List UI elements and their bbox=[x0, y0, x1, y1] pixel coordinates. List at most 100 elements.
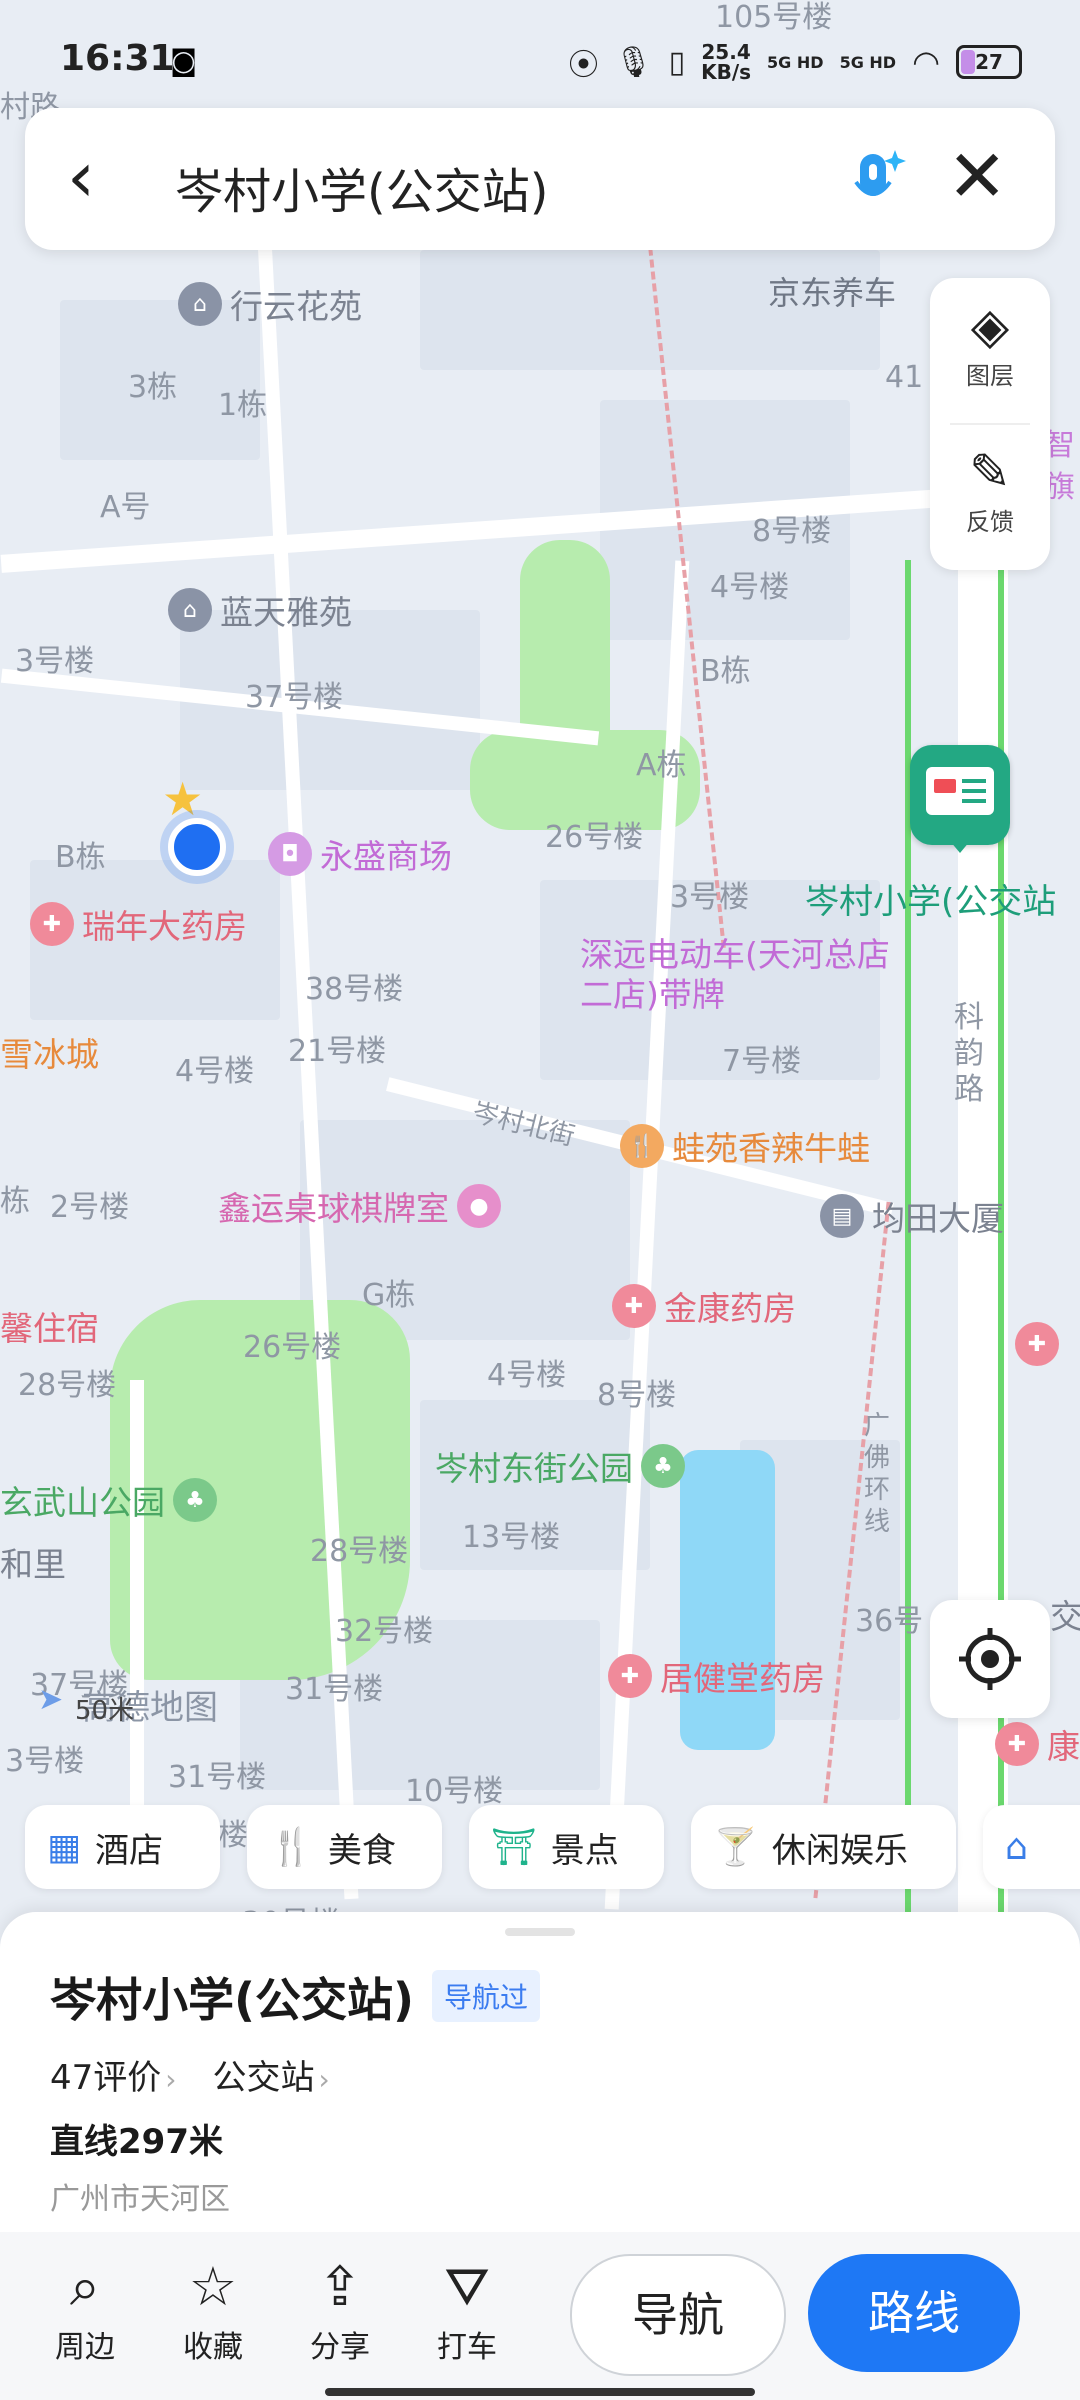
poi-jiao[interactable]: 交 bbox=[1050, 1590, 1080, 1638]
building-label: 31号楼 bbox=[285, 1672, 384, 1707]
chip-more[interactable]: ⌂ bbox=[983, 1805, 1080, 1889]
building-label: 28号楼 bbox=[310, 1534, 409, 1569]
reviews-link[interactable]: 47评价 › bbox=[50, 2050, 176, 2099]
bus-stop-icon bbox=[926, 767, 994, 815]
cocktail-icon: 🍸 bbox=[713, 1827, 758, 1868]
star-outline-icon: ☆ bbox=[188, 2255, 238, 2318]
chip-scenic[interactable]: ⛩ 景点 bbox=[469, 1805, 664, 1889]
building-label: 3号楼 bbox=[5, 1744, 85, 1779]
poi-label: 岑村小学(公交站 bbox=[805, 882, 1057, 922]
poi-label: 京东养车 bbox=[768, 274, 897, 312]
building-label: 3号楼 bbox=[15, 644, 95, 679]
poi-kang[interactable]: ✚ 康 bbox=[995, 1720, 1080, 1768]
lake bbox=[680, 1450, 775, 1750]
building-label: 13号楼 bbox=[462, 1520, 561, 1555]
building-label: 3号楼 bbox=[670, 880, 750, 915]
poi-xinyun[interactable]: 鑫运桌球棋牌室 ● bbox=[218, 1182, 501, 1230]
poi-xuebing[interactable]: 雪冰城 bbox=[0, 1028, 99, 1076]
poi-label: 鑫运桌球棋牌室 bbox=[218, 1189, 449, 1228]
search-query[interactable]: 岑村小学(公交站) bbox=[175, 152, 548, 222]
building-label: B栋 bbox=[55, 840, 106, 875]
residence-icon: ⌂ bbox=[178, 282, 222, 326]
chip-food[interactable]: 🍴 美食 bbox=[247, 1805, 442, 1889]
pharmacy-icon: ✚ bbox=[30, 902, 74, 946]
type-link[interactable]: 公交站 › bbox=[212, 2050, 329, 2099]
place-address: 广州市天河区 bbox=[50, 2182, 230, 2217]
place-type: 公交站 bbox=[212, 2058, 315, 2098]
poi-juntian[interactable]: ▤ 均田大厦 bbox=[820, 1192, 1004, 1240]
poi-jinkang[interactable]: ✚ 金康药房 bbox=[612, 1282, 796, 1330]
poi-hospital[interactable]: ✚ bbox=[1015, 1322, 1059, 1366]
share-icon: ⇪ bbox=[317, 2255, 363, 2318]
building-label: 37号楼 bbox=[245, 680, 344, 715]
place-name: 岑村小学(公交站) bbox=[50, 1973, 415, 2027]
poi-jujian[interactable]: ✚ 居健堂药房 bbox=[608, 1652, 825, 1700]
route-button[interactable]: 路线 bbox=[808, 2254, 1020, 2372]
nearby-label: 周边 bbox=[55, 2330, 115, 2365]
close-icon[interactable]: ✕ bbox=[947, 138, 1007, 214]
locate-me-button[interactable] bbox=[930, 1600, 1050, 1718]
layers-button[interactable]: ◈ 图层 bbox=[930, 278, 1050, 418]
chip-entertainment[interactable]: 🍸 休闲娱乐 bbox=[691, 1805, 956, 1889]
chip-hotel[interactable]: ▦ 酒店 bbox=[25, 1805, 220, 1889]
building-label: 8号楼 bbox=[752, 514, 832, 549]
poi-xuanwu-park[interactable]: 玄武山公园 ♣ bbox=[0, 1476, 217, 1524]
status-bar: 16:31 ◙ ⦿ 🎙 ▯ 25.4 KB/s 5G HD 5G HD ◠ 27 bbox=[0, 0, 1080, 110]
nearby-button[interactable]: ⌕ 周边 bbox=[35, 2254, 135, 2366]
park-icon: ♣ bbox=[173, 1478, 217, 1522]
wifi-icon: ◠ bbox=[912, 43, 940, 81]
favorite-button[interactable]: ☆ 收藏 bbox=[163, 2254, 263, 2366]
action-bar: ⌕ 周边 ☆ 收藏 ⇪ 分享 ⛛ 打车 导航 路线 bbox=[0, 2232, 1080, 2400]
navigate-button[interactable]: 导航 bbox=[570, 2254, 786, 2376]
building-label: B栋 bbox=[700, 654, 751, 689]
layers-icon: ◈ bbox=[970, 297, 1010, 355]
net-speed: 25.4 KB/s bbox=[701, 42, 751, 82]
poi-lantian[interactable]: ⌂ 蓝天雅苑 bbox=[168, 586, 352, 634]
building-label: A号 bbox=[100, 490, 151, 525]
poi-shenyuan[interactable]: 深远电动车(天河总店二店)带牌 bbox=[580, 935, 890, 1015]
map-tools-panel: ◈ 图层 ✎ 反馈 bbox=[930, 278, 1050, 570]
poi-dongjie-park[interactable]: 岑村东街公园 ♣ bbox=[435, 1442, 685, 1490]
poi-label: 金康药房 bbox=[664, 1289, 796, 1328]
poi-heli[interactable]: 和里 bbox=[0, 1538, 66, 1586]
share-button[interactable]: ⇪ 分享 bbox=[290, 2254, 390, 2366]
poi-ruinian[interactable]: ✚ 瑞年大药房 bbox=[30, 900, 247, 948]
poi-bus-station[interactable]: 岑村小学(公交站 bbox=[805, 874, 1056, 923]
poi-xingyun[interactable]: ⌂ 行云花苑 bbox=[178, 280, 362, 328]
home-icon: ⌂ bbox=[1005, 1826, 1028, 1868]
bus-station-marker[interactable] bbox=[910, 745, 1010, 853]
net-speed-unit: KB/s bbox=[701, 60, 752, 84]
chip-label: 景点 bbox=[550, 1830, 619, 1871]
battery-level: 27 bbox=[975, 50, 1003, 74]
poi-label: 永盛商场 bbox=[320, 837, 452, 876]
back-icon[interactable]: ‹ bbox=[67, 142, 95, 212]
taxi-button[interactable]: ⛛ 打车 bbox=[417, 2254, 517, 2366]
poi-yongsheng[interactable]: ◘ 永盛商场 bbox=[268, 830, 452, 878]
building-label: 21号楼 bbox=[288, 1034, 387, 1069]
drag-handle[interactable] bbox=[505, 1928, 575, 1936]
voice-assistant-icon[interactable] bbox=[840, 144, 910, 214]
scenic-icon: ⛩ bbox=[491, 1827, 537, 1868]
building-label: 41 bbox=[885, 360, 924, 395]
pharmacy-icon: ✚ bbox=[608, 1654, 652, 1698]
poi-xinju[interactable]: 馨住宿 bbox=[0, 1302, 99, 1350]
poi-label: 岑村东街公园 bbox=[435, 1449, 633, 1488]
building-label: 10号楼 bbox=[405, 1774, 504, 1809]
poi-label: 深远电动车(天河总店二店)带牌 bbox=[580, 935, 890, 1014]
map-view[interactable]: 105号楼 村路 京东养车 41 智 旗 3栋 1栋 A号 3号楼 37号楼 B… bbox=[0, 0, 1080, 1930]
poi-label: 馨住宿 bbox=[0, 1309, 99, 1348]
building-label: 1栋 bbox=[218, 388, 268, 423]
building-label: 3栋 bbox=[128, 370, 178, 405]
poi-label: 瑞年大药房 bbox=[82, 907, 247, 946]
chip-label: 酒店 bbox=[95, 1830, 164, 1871]
building-label: 26号楼 bbox=[243, 1330, 342, 1365]
category-chips: ▦ 酒店 🍴 美食 ⛩ 景点 🍸 休闲娱乐 ⌂ bbox=[25, 1805, 1080, 1891]
notification-icon: ◙ bbox=[170, 44, 198, 77]
feedback-button[interactable]: ✎ 反馈 bbox=[930, 424, 1050, 564]
poi-wayuan[interactable]: 🍴 蛙苑香辣牛蛙 bbox=[620, 1122, 870, 1170]
building-label: A栋 bbox=[636, 748, 687, 783]
chevron-right-icon: › bbox=[165, 2063, 177, 2096]
chip-label: 美食 bbox=[327, 1830, 396, 1871]
home-indicator[interactable] bbox=[325, 2388, 755, 2396]
navigated-badge: 导航过 bbox=[432, 1970, 541, 2022]
